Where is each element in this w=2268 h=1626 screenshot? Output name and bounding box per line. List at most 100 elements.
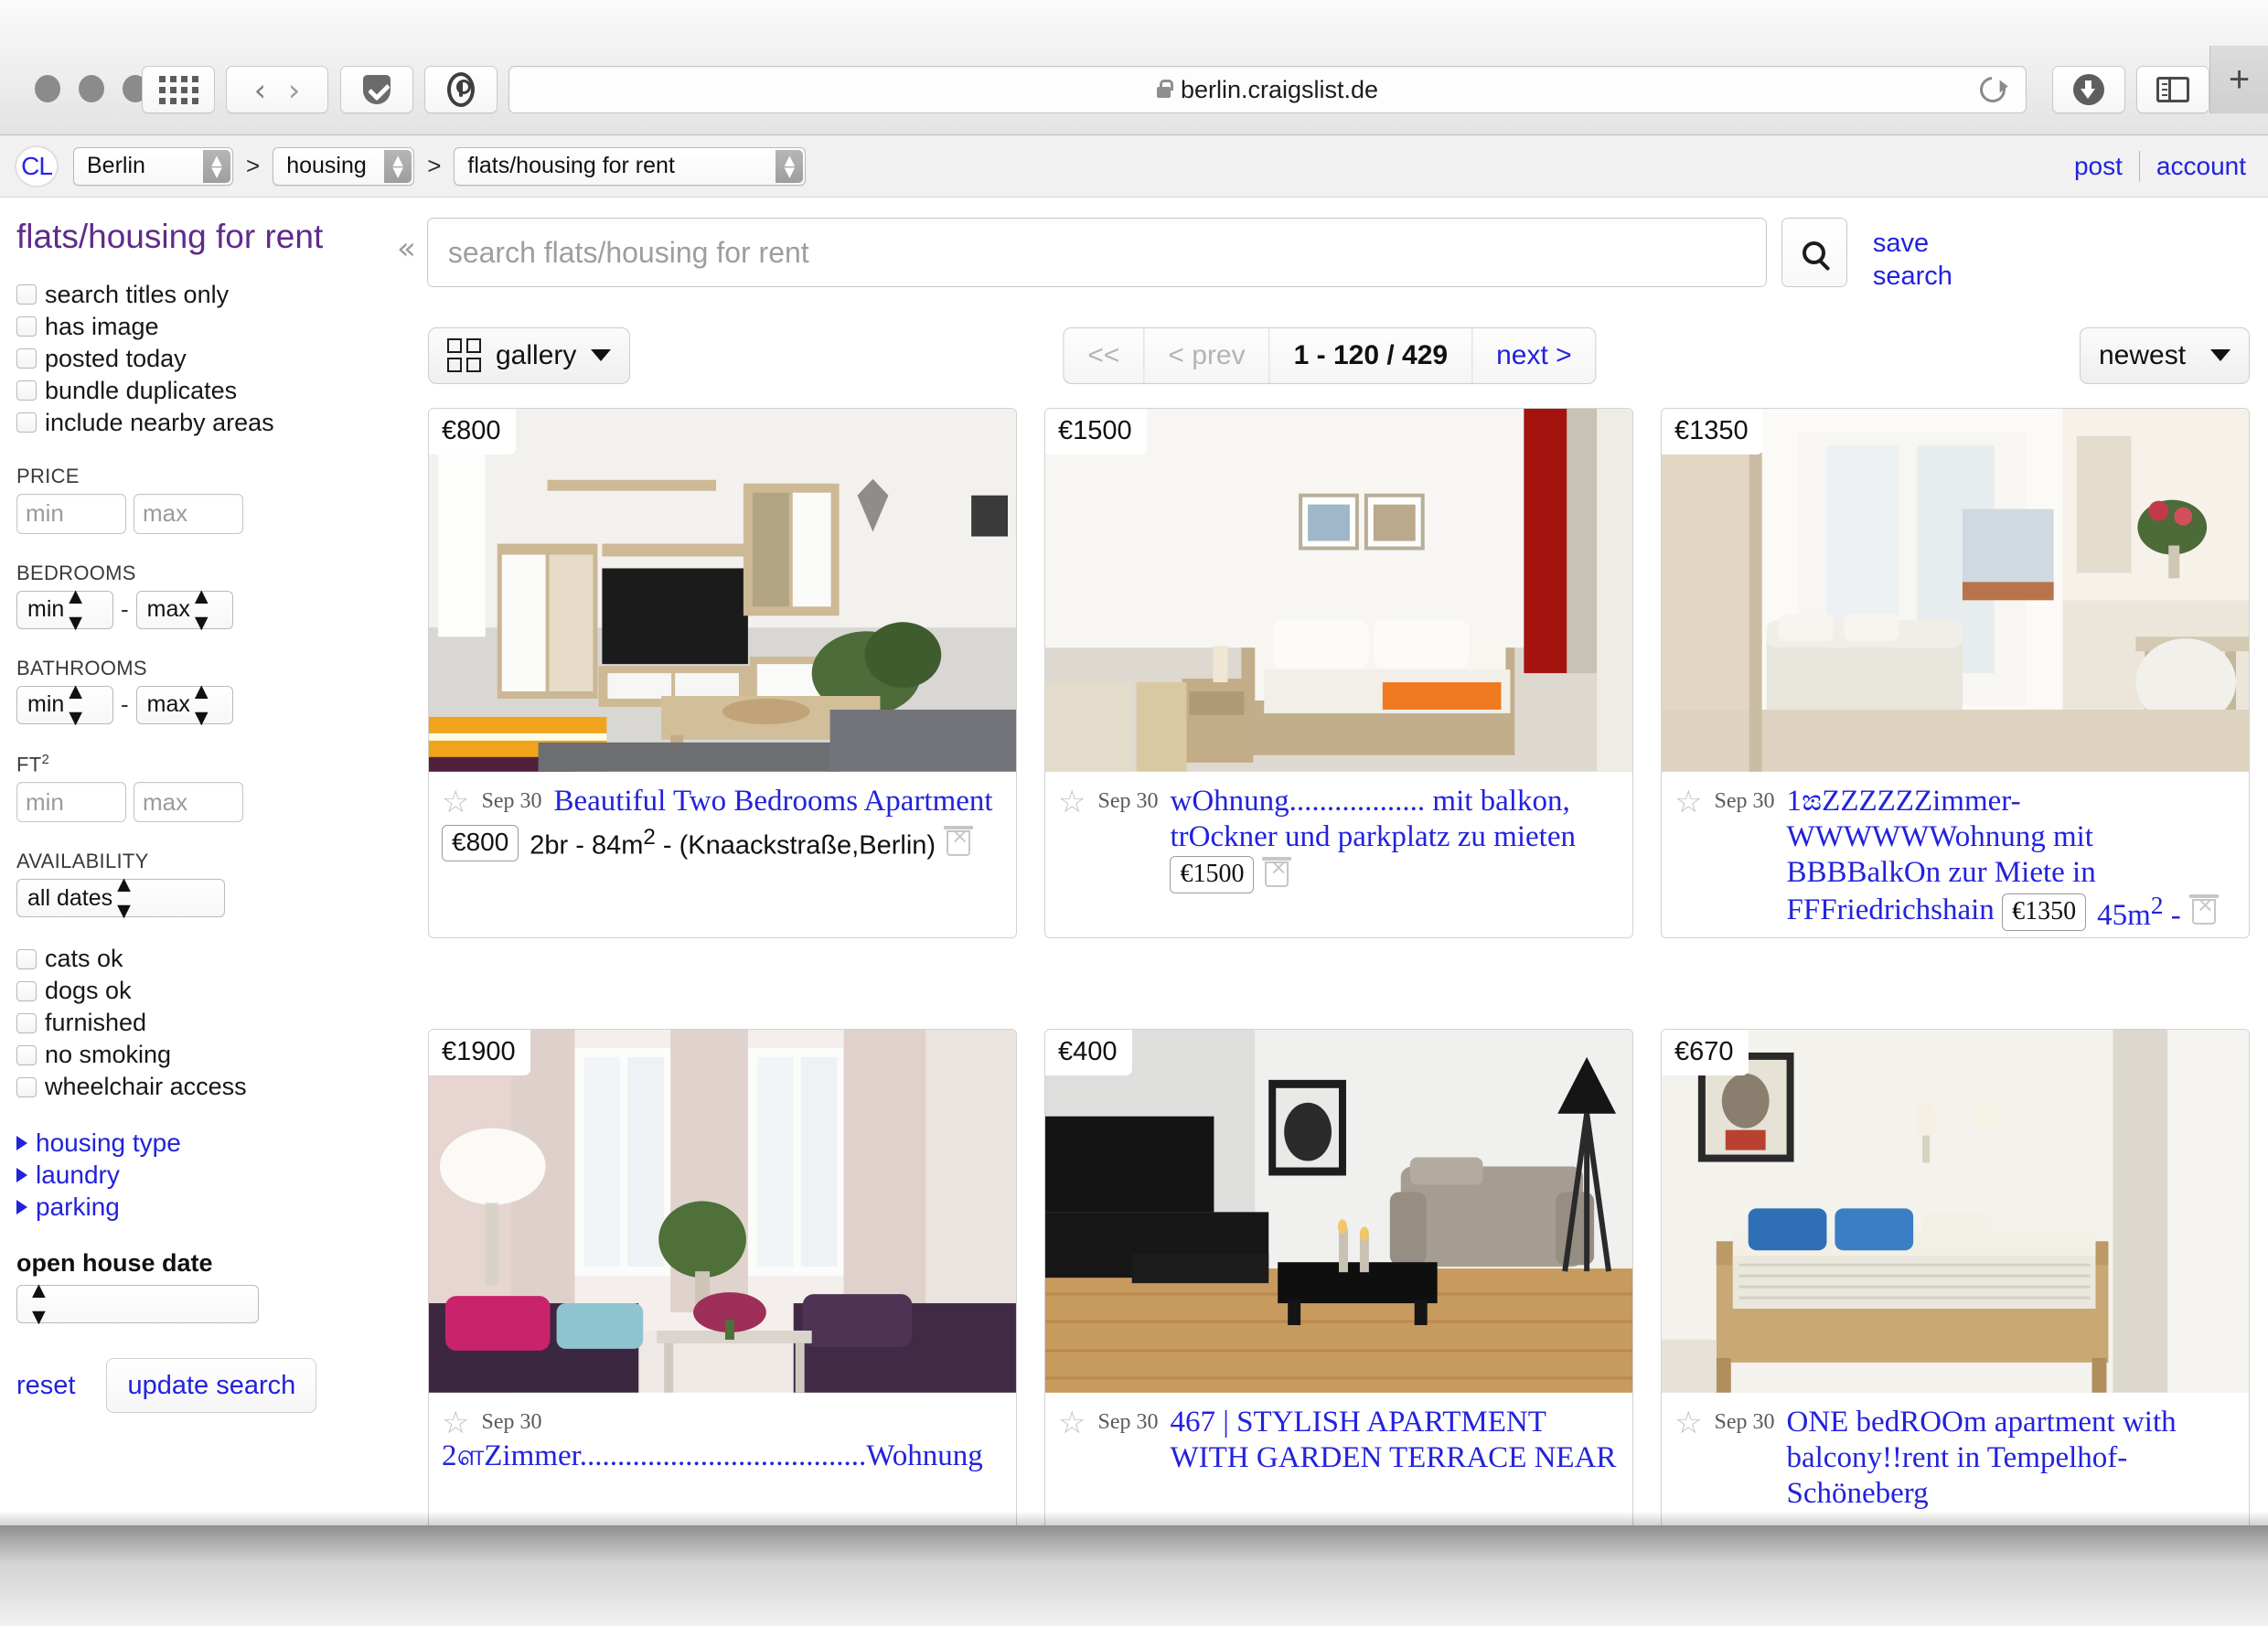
checkbox[interactable] [16, 1012, 37, 1033]
sort-select[interactable]: newest [2080, 326, 2250, 384]
favorite-star-icon[interactable]: ☆ [1058, 786, 1086, 818]
listing-thumbnail[interactable]: €1350 [1662, 409, 2249, 773]
filter-no-smoking[interactable]: no smoking [16, 1041, 373, 1069]
expander-parking[interactable]: parking [16, 1193, 373, 1222]
bathrooms-max-select[interactable]: max ▲ ▼ [135, 679, 233, 731]
minimize-window-button[interactable] [79, 75, 104, 102]
filter-label: no smoking [45, 1041, 172, 1069]
privacy-report-button[interactable] [424, 66, 497, 113]
listing-title[interactable]: Beautiful Two Bedrooms Apartment [553, 784, 992, 819]
chevron-updown-icon: ▲ ▼ [776, 149, 804, 183]
listing-thumbnail[interactable]: €400 [1045, 1030, 1632, 1394]
checkbox[interactable] [16, 316, 37, 337]
reload-icon[interactable] [1974, 71, 2011, 108]
address-bar[interactable]: berlin.craigslist.de [508, 66, 2027, 113]
filter-bundle-duplicates[interactable]: bundle duplicates [16, 377, 373, 405]
checkbox[interactable] [16, 284, 37, 305]
favorite-star-icon[interactable]: ☆ [1058, 1407, 1086, 1439]
listing-title[interactable]: 2ளZimmer................................… [442, 1439, 1003, 1474]
cl-logo[interactable]: CL [15, 144, 59, 187]
reset-button[interactable]: reset [16, 1371, 75, 1401]
filter-dogs-ok[interactable]: dogs ok [16, 977, 373, 1005]
checkbox[interactable] [16, 1044, 37, 1065]
listing-card[interactable]: €400 ☆ Sep 30 467 | STYLISH APARTMENT WI… [1044, 1029, 1633, 1559]
account-link[interactable]: account [2156, 152, 2246, 181]
filter-search-titles-only[interactable]: search titles only [16, 281, 373, 309]
new-tab-button[interactable]: + [2209, 46, 2268, 113]
listings-grid: €800 ☆ Sep 30 Beautiful Two Bedrooms Apa… [428, 408, 2250, 1626]
pocket-button[interactable] [340, 66, 413, 113]
post-link[interactable]: post [2074, 152, 2123, 181]
downloads-button[interactable] [2052, 66, 2125, 113]
filter-cats-ok[interactable]: cats ok [16, 945, 373, 973]
checkbox[interactable] [16, 1076, 37, 1097]
category-select[interactable]: housing ▲ ▼ [273, 146, 415, 186]
pagination-first-button[interactable]: << [1064, 327, 1145, 383]
filter-furnished[interactable]: furnished [16, 1009, 373, 1037]
listing-title[interactable]: 1ಙZZZZZZimmer-WWWWWWohnung mit BBBBalkOn… [1786, 784, 2236, 934]
favorite-star-icon[interactable]: ☆ [442, 786, 469, 818]
filter-label: bundle duplicates [45, 376, 238, 404]
search-button[interactable] [1781, 218, 1847, 287]
navigation-buttons[interactable]: ‹ › [226, 66, 505, 175]
save-search-link[interactable]: save search [1873, 218, 1983, 294]
listing-card[interactable]: €1500 ☆ Sep 30 wOhnung..................… [1044, 408, 1633, 938]
favorite-star-icon[interactable]: ☆ [1674, 786, 1702, 818]
listing-card[interactable]: €800 ☆ Sep 30 Beautiful Two Bedrooms Apa… [428, 408, 1017, 938]
listing-meta: ☆ Sep 30 1ಙZZZZZZimmer-WWWWWWohnung mit … [1662, 773, 2249, 934]
favorite-star-icon[interactable]: ☆ [442, 1407, 469, 1439]
area-min-input[interactable]: min [16, 782, 126, 823]
open-house-select[interactable]: ▲ ▼ [16, 1278, 259, 1330]
listing-title[interactable]: 467 | STYLISH APARTMENT WITH GARDEN TERR… [1170, 1405, 1620, 1476]
sidebar-toggle-button[interactable] [2136, 66, 2209, 113]
hide-listing-icon[interactable] [2188, 894, 2219, 925]
window-controls[interactable] [35, 75, 148, 102]
view-mode-button[interactable]: gallery [428, 326, 631, 384]
expander-laundry[interactable]: laundry [16, 1161, 373, 1190]
listing-thumbnail[interactable]: €1500 [1045, 409, 1632, 773]
filter-posted-today[interactable]: posted today [16, 345, 373, 373]
availability-select[interactable]: all dates ▲ ▼ [16, 872, 225, 924]
city-select[interactable]: Berlin ▲ ▼ [73, 146, 233, 186]
listing-title[interactable]: ONE bedROOm apartment with balcony!!rent… [1786, 1405, 2236, 1512]
checkbox[interactable] [16, 980, 37, 1001]
hide-listing-icon[interactable] [1262, 857, 1292, 888]
listing-thumbnail[interactable]: €800 [429, 409, 1016, 773]
favorite-star-icon[interactable]: ☆ [1674, 1407, 1702, 1439]
close-window-button[interactable] [35, 75, 60, 102]
pagination-next-button[interactable]: next > [1472, 328, 1596, 383]
bathrooms-min-select[interactable]: min ▲ ▼ [16, 679, 113, 731]
checkbox[interactable] [16, 948, 37, 969]
listing-thumbnail[interactable]: €670 [1662, 1030, 2249, 1394]
filter-wheelchair-access[interactable]: wheelchair access [16, 1073, 373, 1101]
listing-card[interactable]: €670 ☆ Sep 30 ONE bedROOm apartment with… [1661, 1029, 2250, 1559]
collapse-sidebar-icon[interactable]: « [397, 230, 416, 267]
search-input[interactable]: search flats/housing for rent [426, 218, 1767, 287]
checkbox[interactable] [16, 412, 37, 433]
checkbox[interactable] [16, 348, 37, 369]
back-chevron-icon[interactable]: ‹ [254, 75, 266, 105]
show-tab-overview-button[interactable] [142, 66, 215, 113]
breadcrumb-separator: > [246, 152, 261, 179]
checkbox[interactable] [16, 380, 37, 401]
expander-housing-type[interactable]: housing type [16, 1129, 373, 1158]
subcategory-select[interactable]: flats/housing for rent ▲ ▼ [454, 146, 807, 186]
area-label: FT2 [16, 752, 373, 776]
forward-chevron-icon[interactable]: › [288, 75, 300, 105]
filter-include-nearby-areas[interactable]: include nearby areas [16, 409, 373, 437]
hide-listing-icon[interactable] [944, 825, 974, 856]
bedrooms-min-select[interactable]: min ▲ ▼ [16, 583, 113, 636]
bedrooms-max-select[interactable]: max ▲ ▼ [135, 583, 233, 636]
page-title[interactable]: flats/housing for rent [16, 218, 373, 257]
listing-title[interactable]: wOhnung.................. mit balkon, tr… [1170, 784, 1620, 893]
listing-card[interactable]: €1900 ☆ Sep 30 2ளZimmer.................… [428, 1029, 1017, 1559]
filter-has-image[interactable]: has image [16, 313, 373, 341]
update-search-button[interactable]: update search [106, 1358, 317, 1414]
listing-thumbnail[interactable]: €1900 [429, 1030, 1016, 1394]
price-min-input[interactable]: min [16, 493, 126, 534]
price-badge: €800 [429, 409, 516, 455]
pagination-prev-button[interactable]: < prev [1144, 327, 1270, 383]
listing-card[interactable]: €1350 ☆ Sep 30 1ಙZZZZZZimmer-WWWWWWohnun… [1661, 408, 2250, 938]
price-max-input[interactable]: max [134, 493, 243, 534]
area-max-input[interactable]: max [134, 782, 243, 823]
